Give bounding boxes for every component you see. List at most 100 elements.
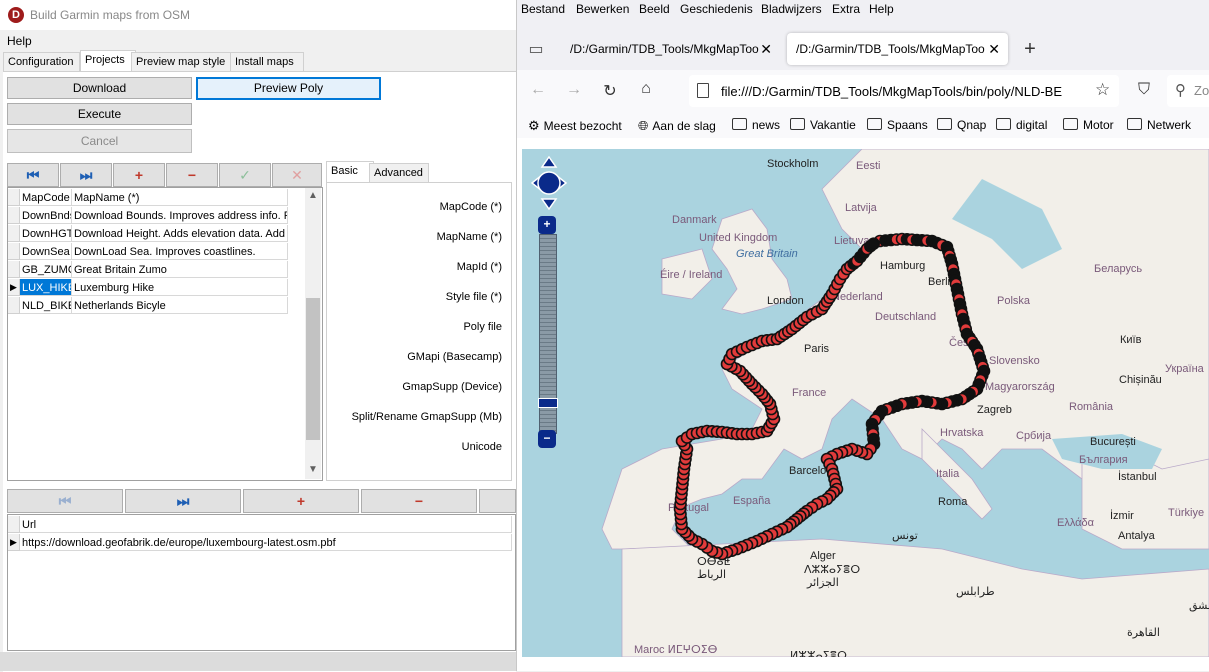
- tab-configuration[interactable]: Configuration: [3, 52, 80, 71]
- search-bar[interactable]: ⚲ Zo: [1167, 75, 1209, 107]
- cell-mapname[interactable]: Luxemburg Hike: [72, 279, 288, 296]
- browser-tab[interactable]: /D:/Garmin/TDB_Tools/MkgMapToo ✕: [561, 33, 780, 65]
- grid-header: Url: [8, 516, 513, 534]
- first-record-icon[interactable]: ⏮: [7, 163, 59, 187]
- zoom-in-icon[interactable]: +: [538, 216, 556, 234]
- close-tab-icon[interactable]: ✕: [760, 33, 772, 65]
- pan-up-icon[interactable]: [540, 155, 558, 168]
- new-tab-icon[interactable]: +: [1020, 38, 1040, 61]
- last-record-icon[interactable]: ⏭: [125, 489, 241, 513]
- cell-mapname[interactable]: Download Height. Adds elevation data. Ad…: [72, 225, 288, 242]
- bookmark-meest-bezocht[interactable]: ⚙ Meest bezocht: [528, 118, 622, 134]
- menu-bewerken[interactable]: Bewerken: [576, 2, 629, 16]
- bookmark-star-icon[interactable]: ☆: [1095, 80, 1110, 100]
- menu-bestand[interactable]: Bestand: [521, 2, 565, 16]
- table-row[interactable]: GB_ZUMO Great Britain Zumo: [8, 261, 298, 279]
- zoom-out-icon[interactable]: −: [538, 430, 556, 448]
- url-bar[interactable]: file:///D:/Garmin/TDB_Tools/MkgMapTools/…: [689, 75, 1119, 107]
- menu-bladwijzers[interactable]: Bladwijzers: [761, 2, 822, 16]
- table-row[interactable]: DownSea DownLoad Sea. Improves coastline…: [8, 243, 298, 261]
- menu-geschiedenis[interactable]: Geschiedenis: [680, 2, 753, 16]
- firefox-view-icon[interactable]: ▭: [525, 39, 547, 59]
- pan-down-icon[interactable]: [540, 198, 558, 211]
- first-record-icon[interactable]: ⏮: [7, 489, 123, 513]
- scroll-down-icon[interactable]: ▼: [308, 464, 318, 475]
- scroll-up-icon[interactable]: ▲: [308, 190, 318, 201]
- tab-preview-map-style[interactable]: Preview map style: [131, 52, 233, 71]
- poly-track: [673, 232, 991, 561]
- grid-header: MapCode MapName (*): [8, 189, 298, 207]
- column-header-url[interactable]: Url: [20, 516, 512, 533]
- menu-help[interactable]: Help: [7, 34, 32, 48]
- table-row[interactable]: DownBnds Download Bounds. Improves addre…: [8, 207, 298, 225]
- column-header-mapname[interactable]: MapName (*): [72, 189, 288, 206]
- delete-record-icon[interactable]: −: [361, 489, 477, 513]
- table-row-selected[interactable]: ▶ LUX_HIKE Luxemburg Hike: [8, 279, 298, 297]
- menu-beeld[interactable]: Beeld: [639, 2, 670, 16]
- cell-mapcode[interactable]: DownSea: [20, 243, 72, 260]
- cell-mapcode[interactable]: GB_ZUMO: [20, 261, 72, 278]
- bookmark-digital[interactable]: digital: [996, 118, 1047, 132]
- cell-mapcode[interactable]: NLD_BIKE: [20, 297, 72, 314]
- cancel-record-icon[interactable]: ✕: [272, 163, 322, 187]
- forward-icon[interactable]: →: [563, 81, 585, 99]
- window-title: Build Garmin maps from OSM: [30, 8, 191, 22]
- cell-mapcode[interactable]: LUX_HIKE: [20, 279, 72, 296]
- current-row-indicator-icon: ▶: [8, 534, 20, 551]
- zoom-thumb[interactable]: [538, 398, 558, 408]
- url-text[interactable]: file:///D:/Garmin/TDB_Tools/MkgMapTools/…: [721, 84, 1101, 99]
- post-record-icon[interactable]: ✓: [219, 163, 271, 187]
- table-row[interactable]: NLD_BIKE Netherlands Bicyle: [8, 297, 298, 315]
- status-bar: [0, 652, 516, 671]
- menu-help-browser[interactable]: Help: [869, 2, 894, 16]
- post-record-icon[interactable]: [479, 489, 516, 513]
- cell-mapname[interactable]: Great Britain Zumo: [72, 261, 288, 278]
- cell-mapname[interactable]: Download Bounds. Improves address info. …: [72, 207, 288, 224]
- home-icon[interactable]: ⌂: [635, 80, 657, 98]
- cell-mapcode[interactable]: DownBnds: [20, 207, 72, 224]
- bookmark-motor[interactable]: Motor: [1063, 118, 1114, 132]
- folder-icon: [867, 118, 882, 130]
- column-header-mapcode[interactable]: MapCode: [20, 189, 72, 206]
- label-gmapi: GMapi (Basecamp): [407, 351, 502, 363]
- last-record-icon[interactable]: ⏭: [60, 163, 112, 187]
- table-row-selected[interactable]: ▶ https://download.geofabrik.de/europe/l…: [8, 534, 513, 552]
- pocket-icon[interactable]: ⛉: [1134, 81, 1154, 99]
- bookmark-netwerk[interactable]: Netwerk: [1127, 118, 1191, 132]
- bookmark-news[interactable]: news: [732, 118, 780, 132]
- bookmark-aan-de-slag[interactable]: 🌐︎ Aan de slag: [638, 118, 716, 134]
- tab-basic[interactable]: Basic: [326, 161, 374, 183]
- cell-mapname[interactable]: DownLoad Sea. Improves coastlines.: [72, 243, 288, 260]
- url-grid: Url ▶ https://download.geofabrik.de/euro…: [7, 514, 516, 651]
- map-viewport[interactable]: Stockholm Eesti Danmark Latvija United K…: [522, 149, 1209, 657]
- tab-advanced[interactable]: Advanced: [369, 163, 429, 182]
- bookmark-qnap[interactable]: Qnap: [937, 118, 986, 132]
- reload-icon[interactable]: ↻: [599, 81, 621, 101]
- search-icon: ⚲: [1175, 82, 1186, 99]
- close-tab-icon[interactable]: ✕: [988, 33, 1000, 65]
- cell-mapname[interactable]: Netherlands Bicyle: [72, 297, 288, 314]
- zoom-slider[interactable]: + −: [538, 216, 558, 450]
- back-icon[interactable]: ←: [527, 81, 549, 99]
- download-button[interactable]: Download: [7, 77, 192, 99]
- title-bar: D Build Garmin maps from OSM: [0, 0, 516, 30]
- tab-projects[interactable]: Projects: [80, 50, 136, 72]
- tab-install-maps[interactable]: Install maps: [230, 52, 304, 71]
- delete-record-icon[interactable]: −: [166, 163, 218, 187]
- execute-button[interactable]: Execute: [7, 103, 192, 125]
- add-record-icon[interactable]: +: [113, 163, 165, 187]
- pan-control[interactable]: [530, 155, 568, 211]
- table-row[interactable]: DownHGT Download Height. Adds elevation …: [8, 225, 298, 243]
- browser-tab-active[interactable]: /D:/Garmin/TDB_Tools/MkgMapToo ✕: [787, 33, 1008, 65]
- cell-url[interactable]: https://download.geofabrik.de/europe/lux…: [20, 534, 512, 551]
- poly-point: [867, 237, 880, 250]
- bookmark-vakantie[interactable]: Vakantie: [790, 118, 856, 132]
- preview-poly-button[interactable]: Preview Poly: [196, 77, 381, 100]
- cell-mapcode[interactable]: DownHGT: [20, 225, 72, 242]
- garmin-builder-window: D Build Garmin maps from OSM Help Config…: [0, 0, 516, 672]
- bookmark-spaans[interactable]: Spaans: [867, 118, 928, 132]
- add-record-icon[interactable]: +: [243, 489, 359, 513]
- cancel-button[interactable]: Cancel: [7, 129, 192, 153]
- projects-grid: MapCode MapName (*) DownBnds Download Bo…: [7, 187, 323, 481]
- menu-extra[interactable]: Extra: [832, 2, 860, 16]
